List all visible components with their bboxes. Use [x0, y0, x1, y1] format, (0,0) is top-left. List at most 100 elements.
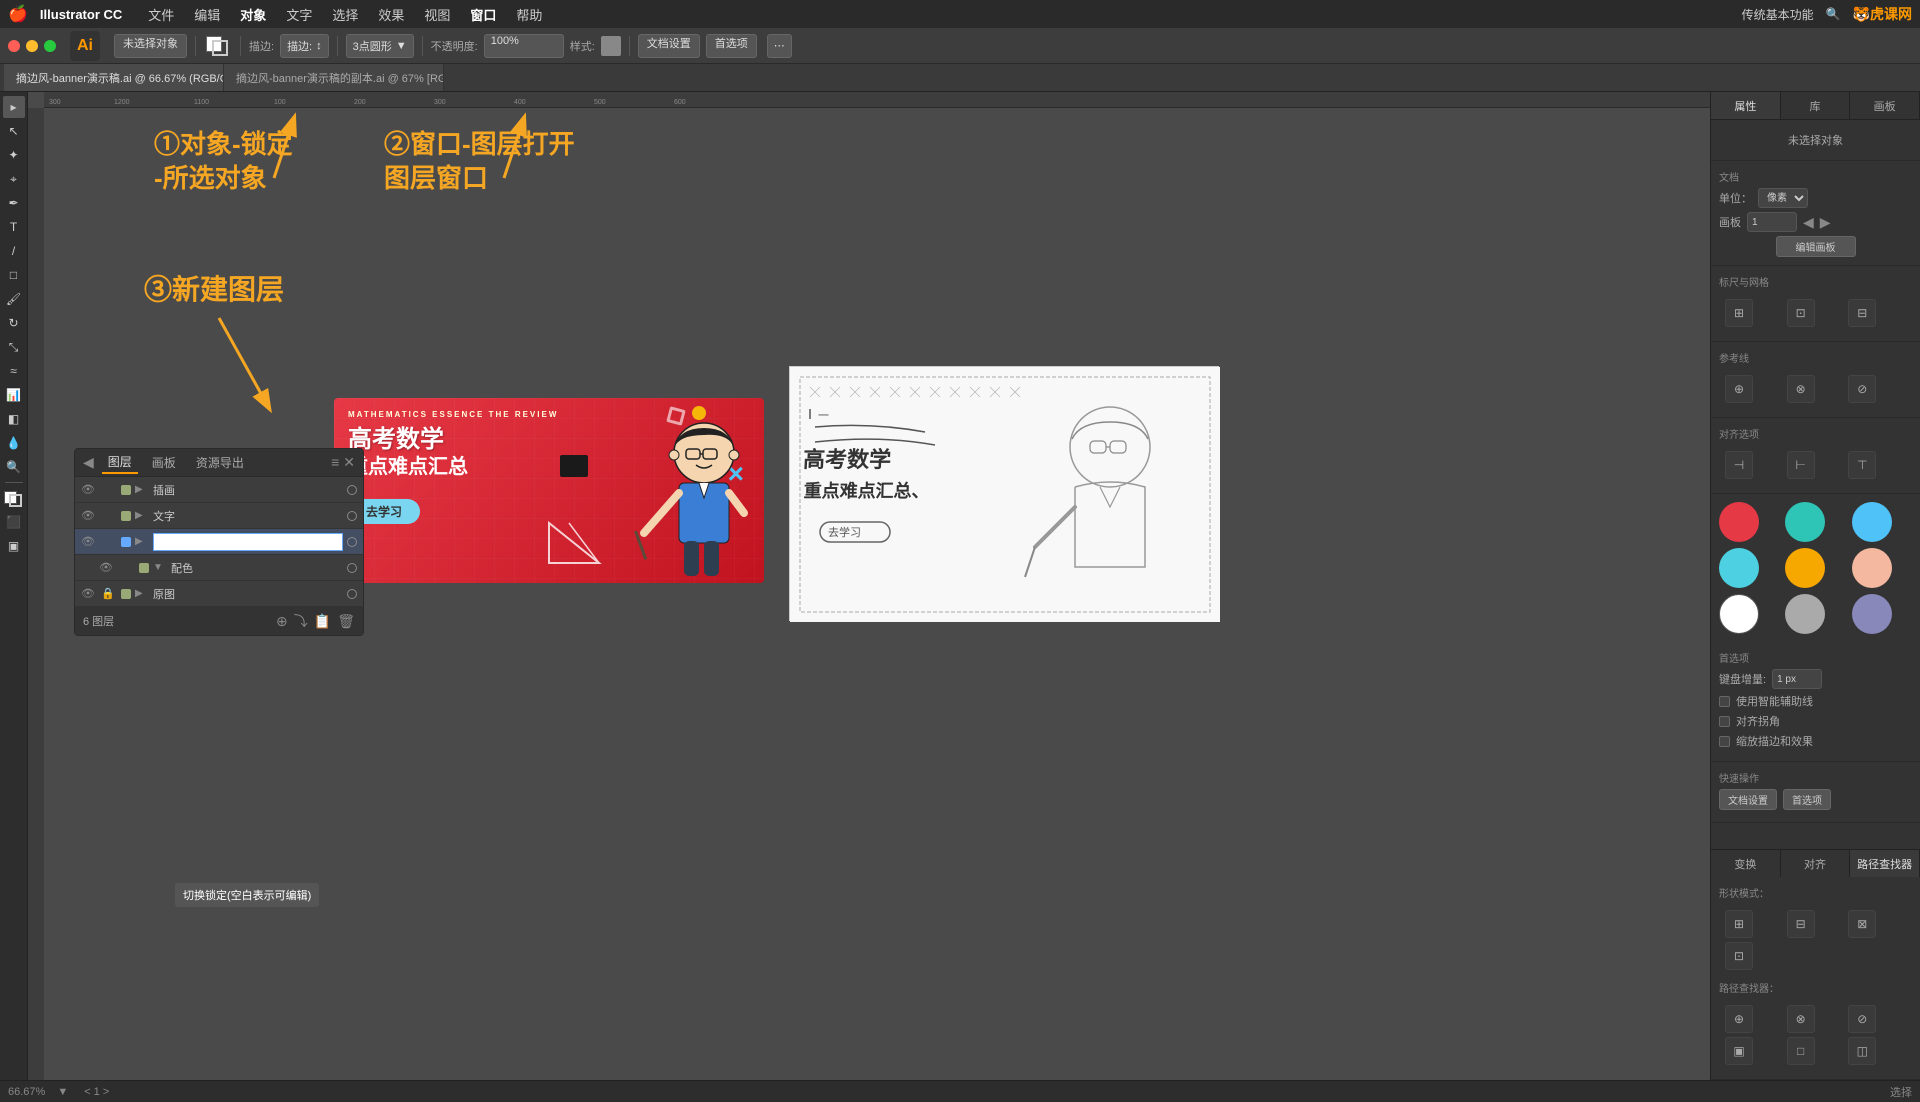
magic-wand-tool[interactable]: ✦ [3, 144, 25, 166]
rp-board-input[interactable] [1747, 212, 1797, 232]
align-right-icon[interactable]: ⊤ [1848, 451, 1876, 479]
rp-tab-boards[interactable]: 画板 [1850, 92, 1920, 119]
smart-guides-checkbox[interactable] [1719, 696, 1730, 707]
tab-0[interactable]: 摘边风-banner演示稿.ai @ 66.67% (RGB/GPU 推复) ✕ [4, 64, 224, 91]
gradient-tool[interactable]: ◧ [3, 408, 25, 430]
paint-tool[interactable]: 🖌 [3, 288, 25, 310]
layer-row-illustration[interactable]: 👁 ▶ 插画 [75, 477, 363, 503]
layer-eye-text[interactable]: 👁 [81, 509, 97, 522]
more-options-btn[interactable]: ⋯ [767, 34, 792, 58]
rp-board-next[interactable]: ▶ [1820, 214, 1831, 231]
layer-eye-illustration[interactable]: 👁 [81, 483, 97, 496]
opacity-input[interactable]: 100% [484, 34, 564, 58]
fill-stroke-mini[interactable] [3, 489, 25, 507]
layer-expand-new[interactable]: ▶ [135, 536, 149, 547]
rp-bottom-tab-align[interactable]: 对齐 [1781, 850, 1851, 877]
layer-expand-text[interactable]: ▶ [135, 510, 149, 521]
layer-name-input[interactable] [153, 533, 343, 551]
rp-quick-doc-settings-btn[interactable]: 文档设置 [1719, 789, 1777, 810]
layer-expand-coloring[interactable]: ▼ [153, 562, 167, 573]
path-trim[interactable]: ⊗ [1787, 1005, 1815, 1033]
path-outline[interactable]: □ [1787, 1037, 1815, 1065]
workspace-label[interactable]: 传统基本功能 [1742, 6, 1814, 23]
delete-layer-btn[interactable]: 🗑 [337, 613, 355, 630]
swatch-cyan[interactable] [1719, 548, 1759, 588]
swatch-orange[interactable] [1785, 548, 1825, 588]
doc-settings-btn[interactable]: 文档设置 [638, 34, 700, 58]
layer-row-coloring[interactable]: 👁 ▼ 配色 [75, 555, 363, 581]
rp-tab-library[interactable]: 库 [1781, 92, 1851, 119]
layer-eye-coloring[interactable]: 👁 [99, 561, 115, 574]
layer-target-original[interactable] [347, 589, 357, 599]
rp-bottom-tab-transform[interactable]: 变换 [1711, 850, 1781, 877]
guide-icon-3[interactable]: ⊘ [1848, 375, 1876, 403]
pen-tool[interactable]: ✒ [3, 192, 25, 214]
zoom-level[interactable]: 66.67% [8, 1086, 45, 1098]
scale-tool[interactable]: ⤡ [3, 336, 25, 358]
color-mode-icon[interactable]: ⬛ [3, 511, 25, 533]
swatch-red[interactable] [1719, 502, 1759, 542]
zoom-tool[interactable]: 🔍 [3, 456, 25, 478]
lasso-tool[interactable]: ⌖ [3, 168, 25, 190]
zoom-down-icon[interactable]: ▼ [57, 1086, 68, 1098]
panel-menu-btn[interactable]: ≡ [331, 454, 339, 471]
menu-object[interactable]: 对象 [230, 3, 276, 26]
layer-eye-new[interactable]: 👁 [81, 535, 97, 548]
rp-board-prev[interactable]: ◀ [1803, 214, 1814, 231]
panel-close-btn[interactable]: ✕ [343, 454, 355, 471]
rp-edit-board-btn[interactable]: 编辑画板 [1776, 236, 1856, 257]
close-button[interactable] [8, 40, 20, 52]
layer-target-text[interactable] [347, 511, 357, 521]
maximize-button[interactable] [44, 40, 56, 52]
swatch-lightblue[interactable] [1852, 502, 1892, 542]
layer-row-text[interactable]: 👁 ▶ 文字 [75, 503, 363, 529]
swatch-purple[interactable] [1852, 594, 1892, 634]
layer-eye-original[interactable]: 👁 [81, 587, 97, 600]
swatch-teal[interactable] [1785, 502, 1825, 542]
new-layer-btn[interactable]: ⊕ [276, 613, 288, 630]
snap-corners-checkbox[interactable] [1719, 716, 1730, 727]
minimize-button[interactable] [26, 40, 38, 52]
layer-target-new[interactable] [347, 537, 357, 547]
shape-mode-exclude[interactable]: ⊡ [1725, 942, 1753, 970]
layer-lock-original[interactable]: 🔒 [101, 587, 117, 600]
stroke-dropdown[interactable]: 描边: ↕ [280, 34, 329, 58]
search-icon[interactable]: 🔍 [1826, 7, 1841, 21]
layer-expand-illustration[interactable]: ▶ [135, 484, 149, 495]
layer-target-coloring[interactable] [347, 563, 357, 573]
shape-mode-intersect[interactable]: ⊠ [1848, 910, 1876, 938]
graph-tool[interactable]: 📊 [3, 384, 25, 406]
guide-icon-2[interactable]: ⊗ [1787, 375, 1815, 403]
menu-window[interactable]: 窗口 [460, 3, 506, 26]
guide-icon-1[interactable]: ⊕ [1725, 375, 1753, 403]
move-to-layer-btn[interactable]: ⤵ [294, 611, 308, 631]
screen-mode-icon[interactable]: ▣ [3, 535, 25, 557]
rp-bottom-tab-pathfinder[interactable]: 路径查找器 [1850, 850, 1920, 877]
layer-options-btn[interactable]: 📋 [314, 613, 331, 630]
menu-text[interactable]: 文字 [276, 3, 322, 26]
menu-help[interactable]: 帮助 [506, 3, 552, 26]
path-crop[interactable]: ▣ [1725, 1037, 1753, 1065]
snap-effects-checkbox[interactable] [1719, 736, 1730, 747]
rotate-tool[interactable]: ↻ [3, 312, 25, 334]
rp-unit-select[interactable]: 像素 [1758, 188, 1808, 208]
path-merge[interactable]: ⊘ [1848, 1005, 1876, 1033]
rp-quick-prefs-btn[interactable]: 首选项 [1783, 789, 1831, 810]
rp-nudge-input[interactable] [1772, 669, 1822, 689]
rp-tab-properties[interactable]: 属性 [1711, 92, 1781, 119]
align-center-icon[interactable]: ⊢ [1787, 451, 1815, 479]
warp-tool[interactable]: ≈ [3, 360, 25, 382]
menu-view[interactable]: 视图 [414, 3, 460, 26]
layer-row-new[interactable]: 👁 ▶ [75, 529, 363, 555]
shape-mode-add[interactable]: ⊞ [1725, 910, 1753, 938]
fill-stroke-group[interactable] [204, 34, 232, 58]
artboard-container[interactable]: ①对象-锁定 -所选对象 ②窗口-图层打开 图层窗口 [44, 108, 1710, 1080]
swatch-peach[interactable] [1852, 548, 1892, 588]
layer-target-illustration[interactable] [347, 485, 357, 495]
ruler-grid-icon-1[interactable]: ⊞ [1725, 299, 1753, 327]
type-tool[interactable]: T [3, 216, 25, 238]
swatch-gray[interactable] [1785, 594, 1825, 634]
panel-collapse-btn[interactable]: ◀ [83, 454, 94, 471]
swatch-white[interactable] [1719, 594, 1759, 634]
ruler-grid-icon-2[interactable]: ⊡ [1787, 299, 1815, 327]
